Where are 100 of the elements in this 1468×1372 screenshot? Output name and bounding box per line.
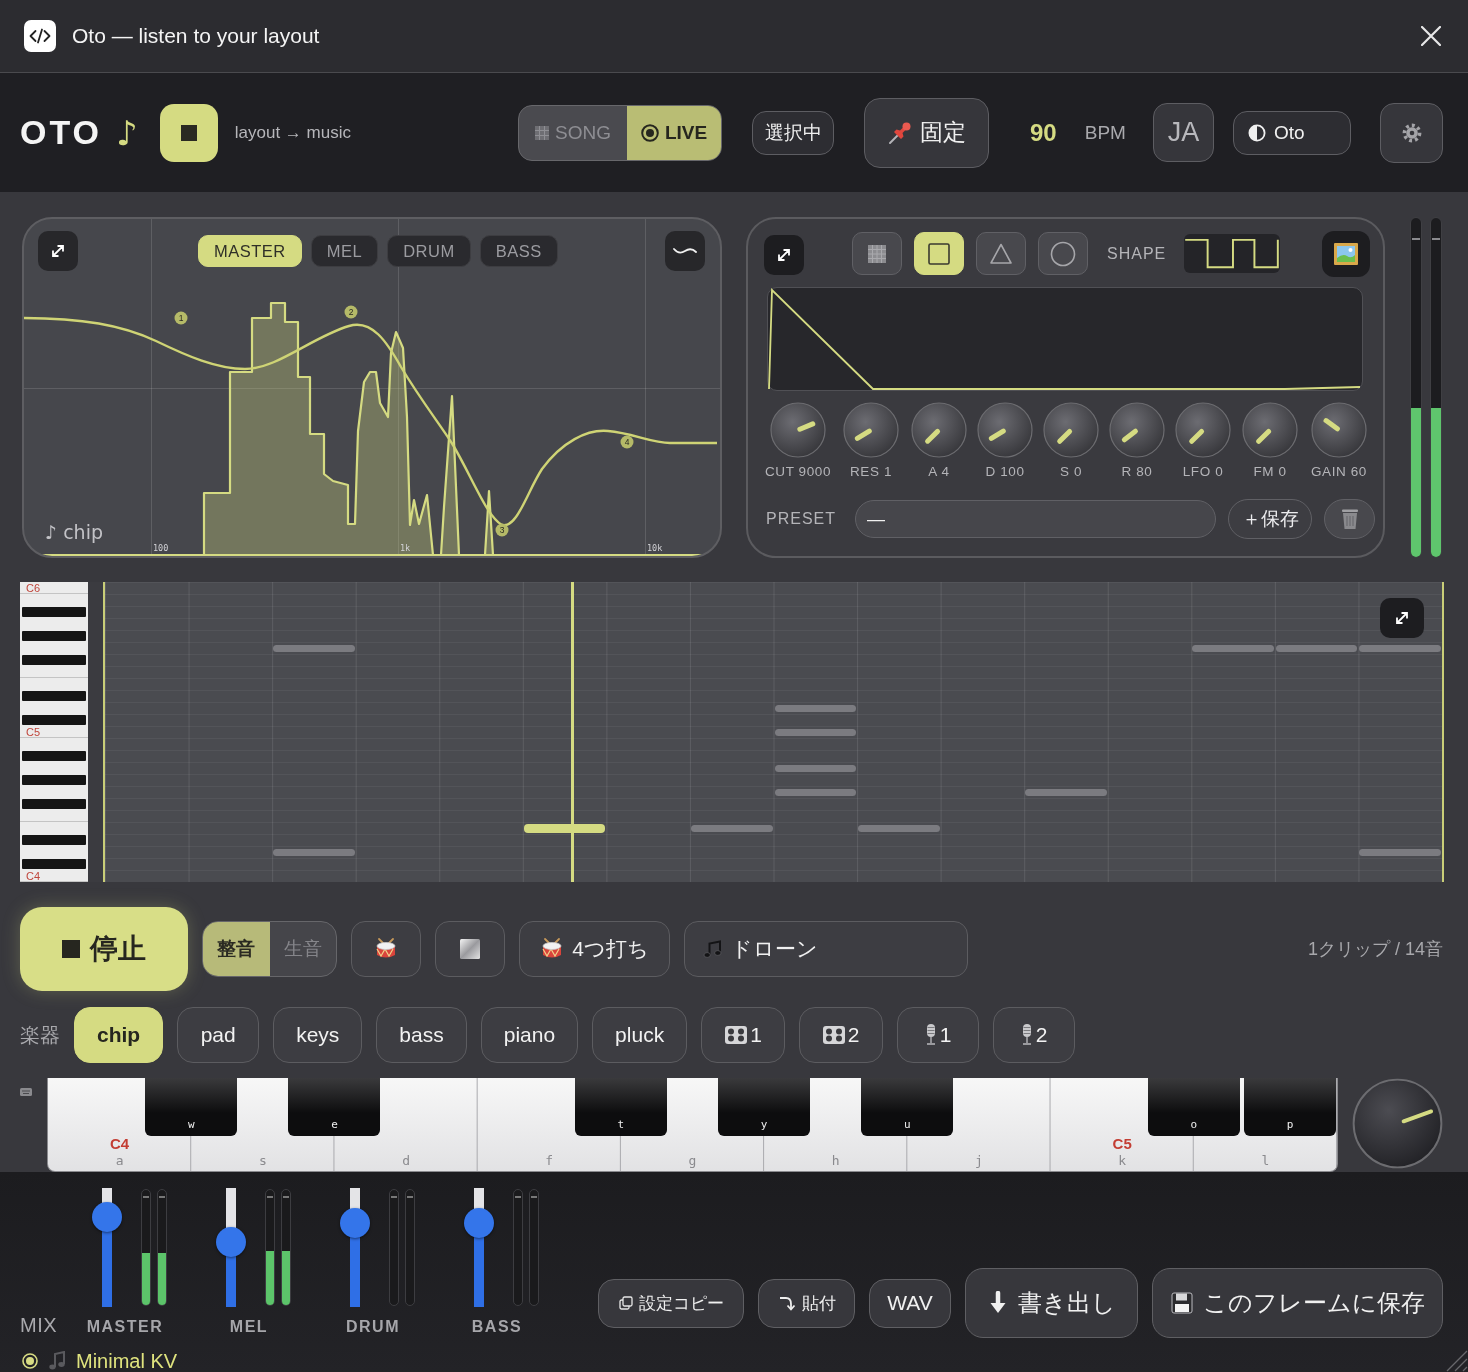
- action-button[interactable]: 書き出し: [965, 1268, 1138, 1338]
- selection-button[interactable]: 選択中: [752, 110, 834, 155]
- channel-tab[interactable]: MASTER: [198, 235, 302, 267]
- channel-tab[interactable]: BASS: [479, 235, 558, 267]
- instrument-chip[interactable]: pad: [177, 1007, 260, 1063]
- piano-key[interactable]: u: [861, 1078, 954, 1136]
- piano-key: [22, 835, 86, 845]
- action-button[interactable]: 設定コピー: [598, 1278, 744, 1328]
- channel-tab[interactable]: MEL: [310, 235, 379, 267]
- knob[interactable]: [843, 402, 899, 458]
- piano-key: [22, 607, 86, 617]
- rhythm-button[interactable]: 4つ打ち: [519, 921, 670, 977]
- shape-button[interactable]: [1038, 232, 1088, 275]
- pad-panel-icon: [821, 1025, 846, 1045]
- source-label: ♪ chip: [45, 521, 103, 543]
- preset-field[interactable]: —: [855, 500, 1216, 538]
- knob[interactable]: [770, 402, 826, 458]
- knob[interactable]: [911, 402, 967, 458]
- instrument-chip[interactable]: 1: [701, 1007, 785, 1063]
- slider-thumb[interactable]: [340, 1207, 370, 1238]
- playhead[interactable]: [571, 582, 575, 882]
- tuning-tab[interactable]: 整音: [203, 922, 270, 976]
- piano-key[interactable]: y: [718, 1078, 811, 1136]
- mix-label: MIX: [20, 1314, 58, 1337]
- shape-button[interactable]: [976, 232, 1026, 275]
- expand-button[interactable]: [1380, 598, 1424, 638]
- shaded-square-button[interactable]: [435, 921, 505, 977]
- half-circle-icon: [1248, 123, 1266, 142]
- wave-button[interactable]: [665, 231, 705, 271]
- slider-thumb[interactable]: [216, 1226, 246, 1257]
- expand-button[interactable]: [38, 231, 78, 271]
- piano-key[interactable]: p: [1244, 1078, 1336, 1136]
- expand-button[interactable]: [764, 234, 804, 275]
- stop-button[interactable]: [159, 103, 218, 162]
- axis-label: 1k: [400, 543, 411, 553]
- piano-key[interactable]: w: [145, 1078, 238, 1136]
- save-preset-button[interactable]: ＋保存: [1228, 499, 1312, 539]
- piano-key[interactable]: C5 k: [1050, 1136, 1194, 1171]
- eq-band-handle[interactable]: 3: [495, 523, 509, 537]
- instrument-chip[interactable]: keys: [273, 1007, 363, 1063]
- bpm-value: 90: [1030, 118, 1057, 147]
- keyboard-icon: [20, 1088, 32, 1096]
- radio-icon[interactable]: [22, 1353, 38, 1369]
- instrument-chip[interactable]: bass: [376, 1007, 467, 1063]
- image-button[interactable]: [1322, 230, 1370, 277]
- action-button[interactable]: 貼付: [758, 1278, 855, 1328]
- instrument-chip[interactable]: chip: [74, 1007, 164, 1063]
- slider-thumb[interactable]: [464, 1207, 494, 1238]
- triangle-icon: [989, 241, 1013, 266]
- action-button[interactable]: このフレームに保存: [1152, 1268, 1443, 1338]
- instrument-chip[interactable]: piano: [480, 1007, 579, 1063]
- pin-button[interactable]: 固定: [864, 97, 989, 168]
- knob-label: S 0: [1059, 464, 1083, 479]
- channel-tab[interactable]: DRUM: [387, 235, 471, 267]
- shape-button[interactable]: [852, 232, 902, 275]
- bpm-unit: BPM: [1084, 121, 1126, 144]
- knob[interactable]: [1043, 402, 1099, 458]
- piano-key[interactable]: t: [574, 1078, 667, 1136]
- piano-key: [22, 799, 86, 809]
- knob-label: RES 1: [850, 464, 892, 479]
- instrument-chip[interactable]: 1: [896, 1007, 979, 1063]
- knob[interactable]: [1242, 402, 1298, 458]
- picture-icon: [1333, 241, 1359, 266]
- circle-icon: [1050, 240, 1076, 267]
- octave-label: C6: [26, 582, 41, 594]
- music-note-icon: [48, 1351, 66, 1371]
- window-title: Oto — listen to your layout: [72, 24, 320, 48]
- instrument-chip[interactable]: 2: [992, 1007, 1075, 1063]
- action-button[interactable]: WAV: [869, 1278, 951, 1328]
- eq-band-handle[interactable]: 2: [344, 305, 358, 319]
- drum-button[interactable]: [351, 921, 421, 977]
- eq-band-handle[interactable]: 1: [174, 311, 188, 325]
- knob[interactable]: [1175, 402, 1231, 458]
- piano-key: [22, 655, 86, 665]
- close-icon: [1421, 26, 1441, 46]
- stop-button[interactable]: 停止: [20, 907, 188, 991]
- channel-label: MEL: [229, 1318, 269, 1336]
- piano-key[interactable]: C4 a: [48, 1136, 192, 1171]
- delete-button[interactable]: [1324, 499, 1375, 539]
- knob[interactable]: [977, 402, 1033, 458]
- piano-key[interactable]: e: [288, 1078, 381, 1136]
- knob[interactable]: [1109, 402, 1165, 458]
- knob[interactable]: [1311, 402, 1367, 458]
- piano-keyboard[interactable]: C4 a s d f g h j C5 k l w e t y u o p: [47, 1078, 1338, 1172]
- mode-tab[interactable]: LIVE: [627, 105, 721, 160]
- theme-button[interactable]: Oto: [1233, 110, 1351, 155]
- shape-label: SHAPE: [1107, 244, 1167, 263]
- note-block[interactable]: [523, 823, 606, 833]
- app-logo: OTO: [20, 113, 103, 152]
- drone-button[interactable]: ドローン: [684, 921, 968, 977]
- language-button[interactable]: JA: [1153, 103, 1214, 162]
- slider-thumb[interactable]: [92, 1201, 122, 1232]
- settings-button[interactable]: [1380, 102, 1443, 163]
- instrument-chip[interactable]: 2: [798, 1007, 883, 1063]
- close-button[interactable]: [1420, 25, 1442, 47]
- tagline: layout → music: [234, 122, 351, 143]
- eq-band-handle[interactable]: 4: [620, 435, 634, 449]
- piano-key[interactable]: o: [1147, 1078, 1240, 1136]
- octave-label: C4: [26, 870, 41, 882]
- instrument-chip[interactable]: pluck: [592, 1007, 688, 1063]
